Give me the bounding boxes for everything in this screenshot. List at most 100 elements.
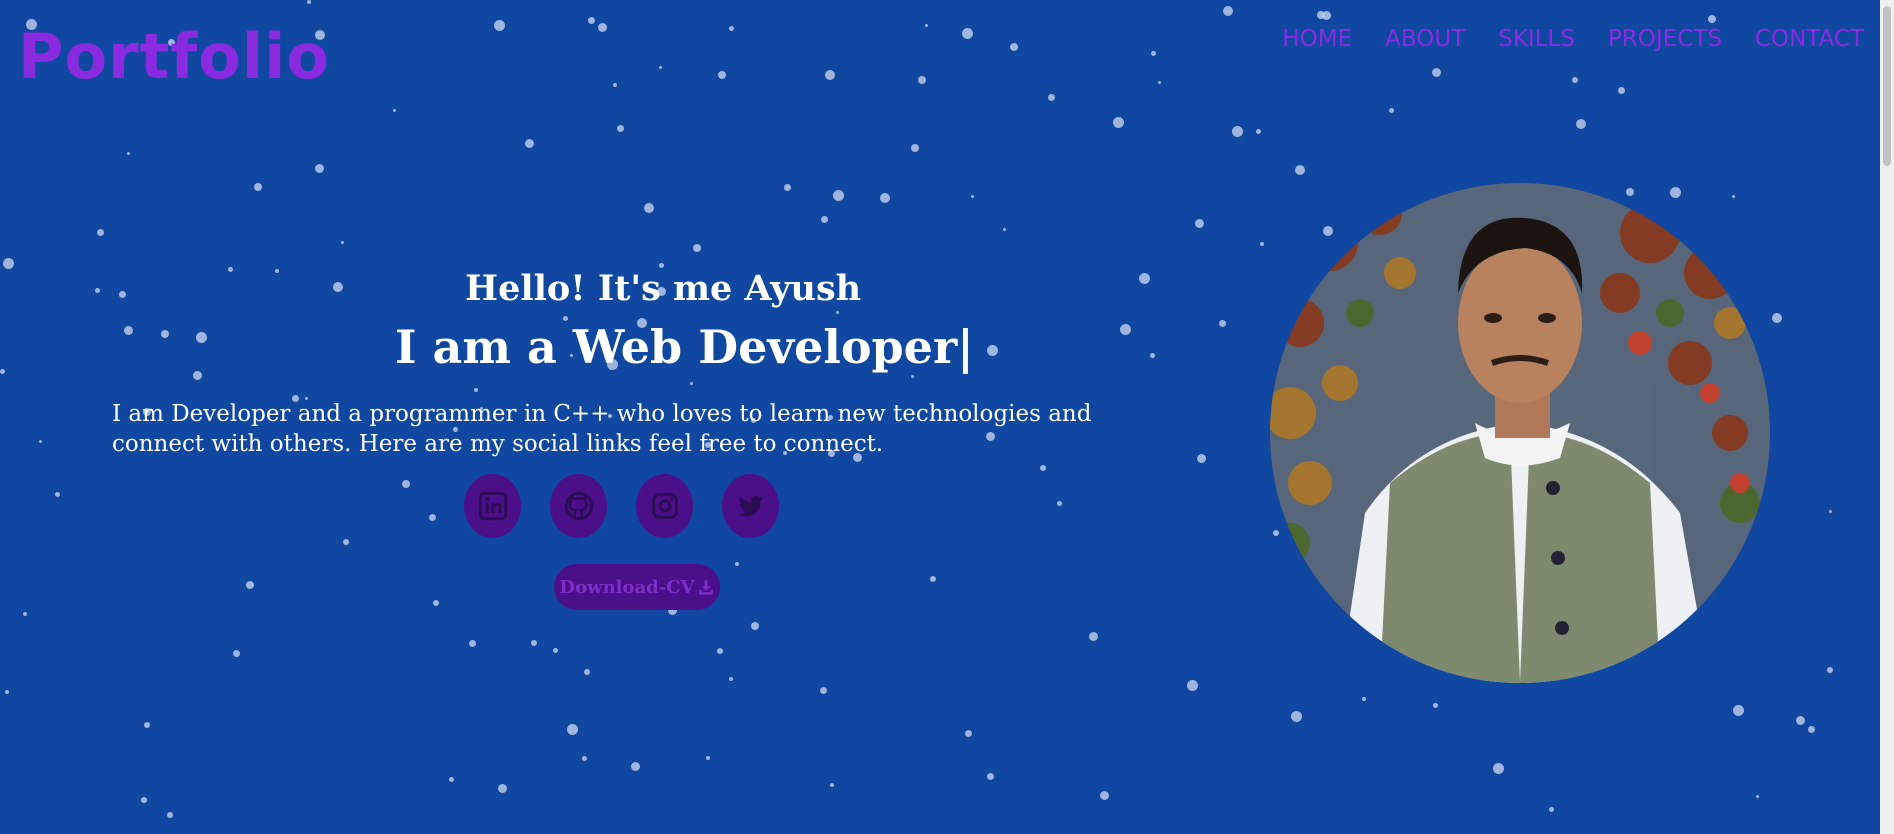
particle-dot [3, 258, 14, 269]
particle-dot [1219, 320, 1226, 327]
download-icon [698, 580, 713, 595]
profile-photo [1270, 183, 1770, 683]
particle-dot [1223, 6, 1233, 16]
particle-dot [690, 382, 693, 385]
particle-dot [95, 288, 100, 293]
particle-dot [167, 812, 173, 818]
particle-dot [930, 576, 936, 582]
particle-dot [784, 184, 791, 191]
particle-dot [918, 76, 926, 84]
social-links [464, 474, 779, 538]
particle-dot [333, 282, 343, 292]
particle-dot [1827, 667, 1833, 673]
instagram-icon [651, 493, 678, 519]
particle-dot [1100, 791, 1109, 800]
particle-dot [1772, 313, 1782, 323]
particle-dot [1732, 195, 1735, 198]
download-cv-button[interactable]: Download-CV [554, 564, 720, 610]
particle-dot [1576, 119, 1586, 129]
particle-dot [925, 24, 928, 27]
particle-dot [1158, 81, 1161, 84]
vertical-scrollbar[interactable] [1880, 0, 1894, 834]
particle-dot [1232, 126, 1243, 137]
particle-dot [1317, 11, 1325, 19]
particle-dot [55, 492, 60, 497]
particle-dot [1733, 705, 1744, 716]
particle-dot [1708, 15, 1716, 23]
particle-dot [911, 144, 919, 152]
particle-dot [1626, 188, 1634, 196]
particle-dot [1040, 465, 1046, 471]
nav-contact[interactable]: CONTACT [1755, 26, 1864, 52]
site-logo[interactable]: Portfolio [18, 20, 330, 93]
main-nav: HOME ABOUT SKILLS PROJECTS CONTACT [1282, 26, 1864, 52]
particle-dot [246, 581, 254, 589]
particle-dot [1195, 219, 1204, 228]
particle-dot [567, 724, 578, 735]
instagram-link[interactable] [636, 474, 693, 538]
particle-dot [429, 514, 436, 521]
particle-dot [617, 125, 624, 132]
scrollbar-thumb[interactable] [1883, 6, 1891, 166]
particle-dot [119, 291, 126, 298]
nav-home[interactable]: HOME [1282, 26, 1352, 52]
particle-dot [1549, 807, 1554, 812]
particle-dot [553, 648, 558, 653]
particle-dot [836, 311, 839, 314]
particle-dot [659, 66, 662, 69]
particle-dot [525, 139, 534, 148]
twitter-link[interactable] [722, 474, 779, 538]
particle-dot [1670, 187, 1681, 198]
particle-dot [233, 650, 240, 657]
particle-dot [706, 756, 710, 760]
particle-dot [1433, 703, 1438, 708]
particle-dot [531, 640, 537, 646]
particle-dot [97, 229, 104, 236]
particle-dot [987, 773, 994, 780]
particle-dot [971, 195, 974, 198]
particle-dot [1618, 87, 1625, 94]
particle-dot [1120, 324, 1131, 335]
particle-dot [1796, 716, 1805, 725]
particle-dot [402, 480, 410, 488]
particle-dot [307, 0, 311, 4]
particle-dot [474, 388, 478, 392]
particle-dot [1829, 510, 1832, 513]
particle-dot [1432, 68, 1441, 77]
particle-dot [449, 777, 454, 782]
particle-dot [1493, 763, 1504, 774]
particle-dot [196, 332, 207, 343]
particle-dot [1362, 697, 1366, 701]
particle-dot [644, 203, 654, 213]
particle-dot [127, 152, 130, 155]
twitter-icon [737, 495, 764, 517]
nav-skills[interactable]: SKILLS [1498, 26, 1575, 52]
github-icon [564, 491, 593, 521]
particle-dot [498, 784, 507, 793]
particle-dot [141, 797, 147, 803]
github-link[interactable] [550, 474, 607, 538]
particle-dot [1139, 273, 1150, 284]
particle-dot [144, 722, 150, 728]
particle-dot [1291, 711, 1302, 722]
particle-dot [729, 677, 733, 681]
particle-dot [588, 17, 595, 24]
particle-dot [962, 28, 973, 39]
particle-dot [1150, 353, 1155, 358]
linkedin-link[interactable] [464, 474, 521, 538]
particle-dot [1197, 454, 1206, 463]
particle-dot [1010, 43, 1018, 51]
particle-dot [1756, 795, 1759, 798]
particle-dot [39, 440, 42, 443]
particle-dot [584, 669, 590, 675]
particle-dot [1089, 632, 1098, 641]
particle-dot [1003, 228, 1006, 231]
nav-projects[interactable]: PROJECTS [1608, 26, 1722, 52]
particle-dot [598, 23, 607, 32]
particle-dot [1256, 129, 1261, 134]
particle-dot [161, 330, 169, 338]
nav-about[interactable]: ABOUT [1385, 26, 1465, 52]
particle-dot [729, 26, 734, 31]
particle-dot [833, 190, 844, 201]
download-cv-label: Download-CV [559, 576, 695, 598]
